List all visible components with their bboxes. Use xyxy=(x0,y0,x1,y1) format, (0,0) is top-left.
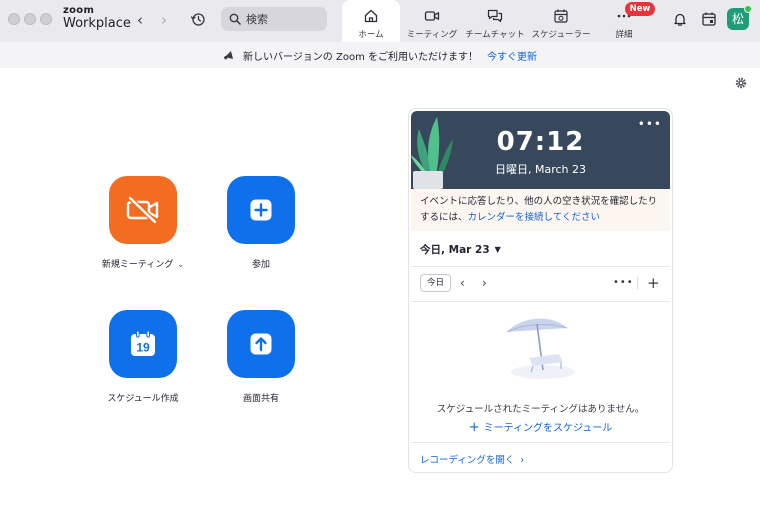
tab-home-label: ホーム xyxy=(358,30,384,40)
join-action[interactable]: 参加 xyxy=(201,176,321,270)
divider xyxy=(411,301,670,302)
plus-icon: + xyxy=(468,420,480,435)
video-icon xyxy=(424,11,440,21)
window-zoom-control[interactable] xyxy=(40,13,52,25)
avatar[interactable]: 松 xyxy=(727,5,752,30)
join-button[interactable] xyxy=(227,176,295,244)
window-close-control[interactable] xyxy=(8,13,20,25)
open-recordings-link[interactable]: レコーディングを開く › xyxy=(420,452,524,466)
current-date: 日曜日, March 23 xyxy=(494,163,587,176)
update-banner-text: 新しいバージョンの Zoom をご利用いただけます！ xyxy=(243,51,478,63)
new-meeting-button[interactable] xyxy=(109,176,177,244)
share-up-arrow-icon xyxy=(250,333,272,355)
share-screen-label: 画面共有 xyxy=(242,394,279,404)
today-button[interactable]: 今日 xyxy=(420,274,451,292)
search-icon xyxy=(229,13,241,25)
forward-arrow-icon[interactable]: › xyxy=(157,11,171,29)
tab-meetings[interactable]: ミーティング xyxy=(404,0,460,42)
share-screen-button[interactable] xyxy=(227,310,295,378)
add-event-icon[interactable]: + xyxy=(647,275,660,291)
schedule-label: スケジュール作成 xyxy=(107,394,179,404)
video-off-icon xyxy=(126,196,159,224)
clock-header: 07:12 日曜日, March 23 ••• xyxy=(411,111,670,189)
home-icon xyxy=(364,9,378,23)
calendar-card: 07:12 日曜日, March 23 ••• イベントに応答したり、他の人の空… xyxy=(408,108,673,473)
divider xyxy=(411,442,670,443)
current-time: 07:12 xyxy=(496,127,585,157)
back-arrow-icon[interactable]: ‹ xyxy=(133,11,147,29)
tab-more-label: 詳細 xyxy=(615,30,633,40)
presence-status-dot xyxy=(744,5,752,13)
share-screen-action[interactable]: 画面共有 xyxy=(201,310,321,404)
window-minimize-control[interactable] xyxy=(24,13,36,25)
join-label: 参加 xyxy=(251,260,270,270)
schedule-button[interactable]: 19 xyxy=(109,310,177,378)
schedule-action[interactable]: 19 スケジュール作成 xyxy=(83,310,203,404)
search-placeholder: 検索 xyxy=(246,13,268,26)
new-meeting-label-row: 新規ミーティング ⌄ xyxy=(83,257,203,270)
calendar-icon: 19 xyxy=(131,330,155,356)
chevron-down-icon[interactable]: ⌄ xyxy=(177,260,184,269)
zoom-app-window: zoom Workplace ‹ › 検索 ホーム ミーティング チームチャット… xyxy=(0,0,760,508)
divider xyxy=(637,277,638,289)
brand-small: zoom xyxy=(63,5,95,16)
zoom-workplace-logo: zoom Workplace xyxy=(63,5,131,31)
prev-day-icon[interactable]: ‹ xyxy=(460,275,465,291)
update-now-link[interactable]: 今すぐ更新 xyxy=(487,48,537,63)
bell-icon[interactable] xyxy=(672,11,688,27)
calendar-notice: イベントに応答したり、他の人の空き状況を確認したりするには、カレンダーを接続して… xyxy=(411,189,670,231)
scheduler-icon xyxy=(554,9,568,23)
no-meetings-message: スケジュールされたミーティングはありません。 xyxy=(436,404,645,415)
calendar-more-icon[interactable]: ••• xyxy=(613,275,634,291)
next-day-icon[interactable]: › xyxy=(482,275,487,291)
history-icon[interactable] xyxy=(190,11,206,27)
chevron-down-icon: ▼ xyxy=(494,245,501,254)
brand-name: Workplace xyxy=(63,16,131,31)
schedule-meeting-link-label: ミーティングをスケジュール xyxy=(483,423,613,434)
day-selector[interactable]: 今日, Mar 23 ▼ xyxy=(420,242,501,257)
card-more-icon[interactable]: ••• xyxy=(638,117,662,131)
megaphone-icon xyxy=(223,51,233,60)
tab-scheduler-label: スケジューラー xyxy=(531,30,591,40)
tab-team-chat-label: チームチャット xyxy=(465,30,525,40)
tab-team-chat[interactable]: チームチャット xyxy=(464,0,526,42)
search-box[interactable]: 検索 xyxy=(221,7,327,31)
update-banner: 新しいバージョンの Zoom をご利用いただけます！ 今すぐ更新 xyxy=(0,42,760,68)
calendar-icon-day: 19 xyxy=(136,341,150,355)
new-meeting-label: 新規ミーティング xyxy=(101,260,174,270)
day-selector-label: 今日, Mar 23 xyxy=(420,244,490,256)
calendar-panel-icon[interactable] xyxy=(701,11,717,27)
tab-scheduler[interactable]: スケジューラー xyxy=(530,0,592,42)
chevron-right-icon: › xyxy=(520,455,525,466)
new-meeting-action[interactable]: 新規ミーティング ⌄ xyxy=(83,176,203,270)
open-recordings-label: レコーディングを開く xyxy=(420,455,515,466)
tab-meetings-label: ミーティング xyxy=(406,30,458,40)
title-bar: zoom Workplace ‹ › 検索 ホーム ミーティング チームチャット… xyxy=(0,0,760,42)
divider xyxy=(411,266,670,267)
connect-calendar-link[interactable]: カレンダーを接続してください xyxy=(468,212,600,223)
new-badge: New xyxy=(625,2,655,16)
schedule-meeting-link[interactable]: + ミーティングをスケジュール xyxy=(409,419,672,435)
beach-umbrella-illustration xyxy=(506,318,575,379)
tab-home[interactable]: ホーム xyxy=(342,0,400,42)
avatar-initial: 松 xyxy=(731,12,744,26)
settings-gear-icon[interactable] xyxy=(735,77,747,89)
plus-icon xyxy=(250,199,272,221)
chat-icon xyxy=(487,9,503,23)
